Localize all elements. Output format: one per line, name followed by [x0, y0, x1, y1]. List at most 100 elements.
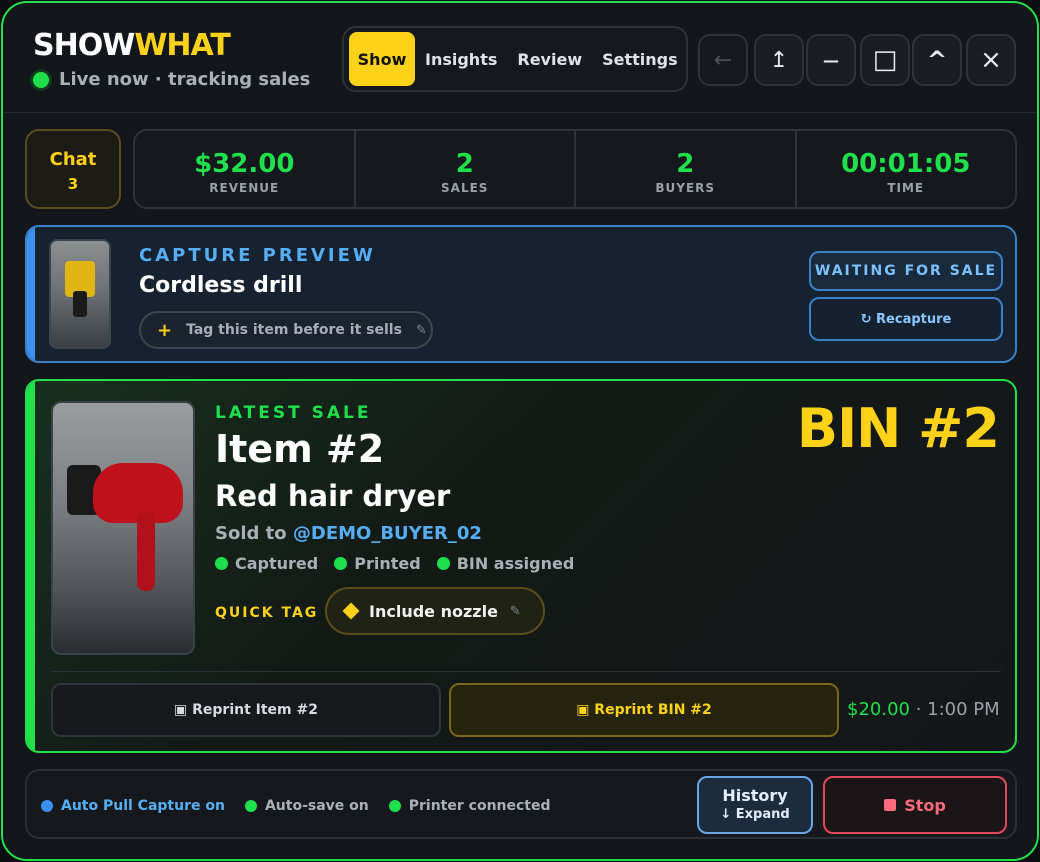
- live-status: Live now · tracking sales: [33, 69, 310, 90]
- capture-item-name: Cordless drill: [139, 273, 303, 298]
- history-button[interactable]: History ↓ Expand: [697, 776, 813, 834]
- live-dot-icon: [33, 71, 49, 88]
- blue-dot-icon: [41, 800, 53, 812]
- stat-label: REVENUE: [209, 181, 280, 195]
- flag-text: Printer connected: [408, 798, 551, 814]
- sale-item-name: Red hair dryer: [215, 479, 451, 513]
- sale-thumbnail: [51, 401, 195, 655]
- status-dot-icon: [334, 557, 348, 570]
- quick-tag-value: Include nozzle: [369, 601, 498, 621]
- divider: [51, 671, 1001, 672]
- stat-sales: 2 SALES: [356, 131, 576, 207]
- waiting-for-sale-badge[interactable]: WAITING FOR SALE: [809, 251, 1003, 291]
- header: SHOWWHAT Live now · tracking sales Show …: [3, 3, 1037, 113]
- flag-text: Auto Pull Capture on: [61, 798, 225, 814]
- logo-show: SHOW: [33, 28, 135, 63]
- history-expand: ↓ Expand: [720, 807, 790, 822]
- quick-tag-label: QUICK TAG: [215, 605, 319, 621]
- pencil-icon: ✎: [509, 603, 521, 619]
- sale-price-time: $20.00 · 1:00 PM: [847, 699, 1000, 720]
- sale-time: 1:00 PM: [927, 699, 1000, 720]
- recapture-button[interactable]: ↻ Recapture: [809, 297, 1003, 341]
- share-button[interactable]: ↥: [754, 34, 804, 86]
- capture-accent-bar: [27, 227, 35, 361]
- latest-sale-card: LATEST SALE Item #2 Red hair dryer Sold …: [25, 379, 1017, 753]
- stat-time: 00:01:05 TIME: [797, 131, 1016, 207]
- latest-sale-label: LATEST SALE: [215, 403, 372, 423]
- chat-button[interactable]: Chat 3: [25, 129, 121, 209]
- capture-title: CAPTURE PREVIEW: [139, 245, 376, 266]
- hair-dryer-handle-shape: [137, 511, 155, 591]
- reprint-bin-button[interactable]: ▣ Reprint BIN #2: [449, 683, 839, 737]
- tab-insights[interactable]: Insights: [415, 32, 507, 86]
- tag-placeholder: Tag this item before it sells: [186, 322, 402, 338]
- diamond-icon: [342, 602, 360, 620]
- sale-status-list: Captured Printed BIN assigned: [215, 554, 574, 573]
- bin-number: BIN #2: [796, 397, 1000, 460]
- capture-tag-input[interactable]: + Tag this item before it sells ✎: [139, 311, 433, 349]
- stop-button[interactable]: Stop: [823, 776, 1007, 834]
- collapse-button[interactable]: ^: [912, 34, 962, 86]
- maximize-icon: □: [872, 45, 898, 75]
- green-dot-icon: [388, 800, 401, 812]
- history-label: History: [722, 786, 788, 805]
- live-status-text: Live now · tracking sales: [59, 69, 311, 90]
- status-dot-icon: [215, 557, 228, 570]
- status-dot-icon: [436, 557, 450, 570]
- minimize-button[interactable]: —: [806, 34, 856, 86]
- reprint-item-button[interactable]: ▣ Reprint Item #2: [51, 683, 441, 737]
- upload-icon: ↥: [769, 47, 789, 73]
- sale-accent-bar: [27, 381, 35, 751]
- flag-auto-pull: Auto Pull Capture on: [41, 798, 225, 814]
- pencil-icon: ✎: [415, 322, 427, 338]
- stop-label: Stop: [904, 795, 946, 815]
- tab-review[interactable]: Review: [507, 32, 592, 86]
- back-arrow-icon: ←: [713, 47, 733, 73]
- green-dot-icon: [244, 800, 257, 812]
- app-logo: SHOWWHAT: [33, 28, 231, 63]
- logo-what: WHAT: [134, 28, 231, 63]
- drill-handle-shape: [73, 291, 87, 317]
- status-captured: Captured: [215, 554, 318, 573]
- chat-label: Chat: [49, 149, 97, 170]
- stat-value: 2: [455, 149, 474, 179]
- chat-count: 3: [67, 175, 79, 193]
- maximize-button[interactable]: □: [860, 34, 910, 86]
- sale-item-number: Item #2: [215, 427, 385, 471]
- plus-icon: +: [157, 319, 173, 341]
- flag-auto-save: Auto-save on: [244, 798, 369, 814]
- stat-value: 00:01:05: [841, 149, 971, 179]
- tab-settings[interactable]: Settings: [592, 32, 688, 86]
- status-text: Captured: [235, 554, 319, 573]
- stat-value: 2: [676, 149, 695, 179]
- stat-value: $32.00: [194, 149, 295, 179]
- footer-bar: Auto Pull Capture on Auto-save on Printe…: [25, 769, 1017, 839]
- capture-thumbnail: [49, 239, 111, 349]
- stats-bar: $32.00 REVENUE 2 SALES 2 BUYERS 00:01:05…: [133, 129, 1017, 209]
- stat-revenue: $32.00 REVENUE: [135, 131, 356, 207]
- status-text: Printed: [354, 554, 421, 573]
- status-bin-assigned: BIN assigned: [436, 554, 575, 573]
- chevron-up-icon: ^: [926, 46, 948, 74]
- status-printed: Printed: [334, 554, 421, 573]
- flag-text: Auto-save on: [264, 798, 369, 814]
- status-flags: Auto Pull Capture on Auto-save on Printe…: [41, 798, 551, 814]
- close-button[interactable]: ×: [966, 34, 1016, 86]
- stat-buyers: 2 BUYERS: [576, 131, 797, 207]
- sold-to: Sold to @DEMO_BUYER_02: [215, 523, 482, 544]
- stat-label: TIME: [887, 181, 925, 195]
- main-tabs: Show Insights Review Settings: [342, 26, 688, 92]
- stop-icon: [884, 799, 897, 811]
- flag-printer: Printer connected: [388, 798, 551, 814]
- minimize-icon: —: [823, 50, 839, 70]
- tab-show[interactable]: Show: [349, 32, 415, 86]
- stat-label: SALES: [441, 181, 489, 195]
- status-text: BIN assigned: [456, 554, 575, 573]
- stat-label: BUYERS: [655, 181, 716, 195]
- back-button[interactable]: ←: [698, 34, 748, 86]
- capture-preview-card: CAPTURE PREVIEW Cordless drill + Tag thi…: [25, 225, 1017, 363]
- sale-price: $20.00: [847, 699, 910, 720]
- separator: ·: [909, 699, 928, 720]
- quick-tag-pill[interactable]: Include nozzle ✎: [325, 587, 545, 635]
- buyer-link[interactable]: @DEMO_BUYER_02: [293, 523, 482, 544]
